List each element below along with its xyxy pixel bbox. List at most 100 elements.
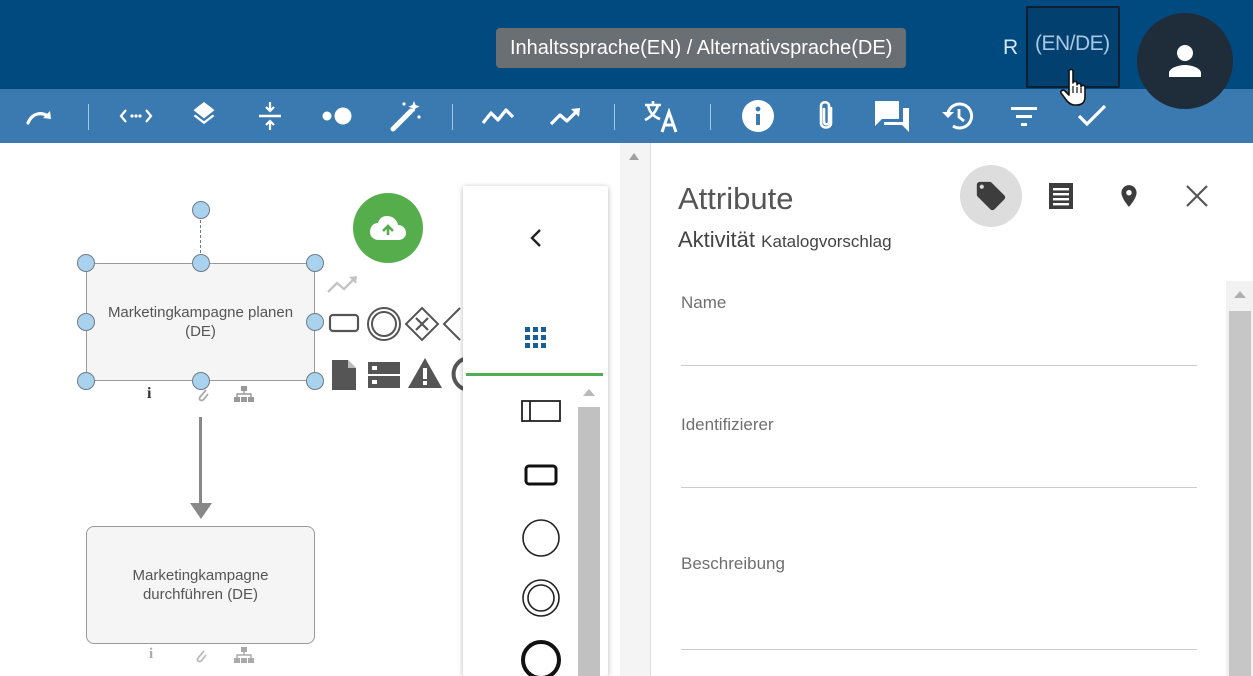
attachment-icon [819, 100, 833, 129]
trend-button[interactable] [476, 89, 520, 143]
details-tab[interactable] [1030, 165, 1092, 227]
shape-palette [463, 186, 608, 676]
object-type-label: Aktivität [678, 227, 756, 252]
toggle-button[interactable] [314, 89, 358, 143]
canvas-scrollbar[interactable] [620, 143, 650, 676]
user-icon [1169, 45, 1201, 77]
resize-handle[interactable] [306, 372, 324, 390]
attributes-tab[interactable] [960, 165, 1022, 227]
append-task-icon[interactable] [328, 311, 362, 335]
history-icon [942, 102, 974, 130]
identifier-field: Identifizierer [681, 415, 1197, 489]
panel-title: Attribute [678, 181, 794, 216]
resize-handle[interactable] [192, 254, 210, 272]
translate-icon [644, 101, 678, 133]
hierarchy-icon[interactable] [233, 386, 255, 402]
description-field: Beschreibung [681, 554, 1197, 652]
scroll-thumb[interactable] [578, 407, 600, 676]
resize-handle[interactable] [77, 313, 95, 331]
trend-icon [481, 108, 515, 124]
scroll-up-arrow[interactable] [629, 153, 639, 160]
palette-tab-shapes[interactable] [463, 304, 608, 372]
scroll-up-arrow[interactable] [583, 389, 595, 396]
align-button[interactable] [248, 89, 292, 143]
identifier-input[interactable] [681, 448, 1197, 488]
app-window: Inhaltssprache(EN) / Alternativsprache(D… [0, 0, 1253, 676]
palette-scrollbar[interactable] [576, 385, 603, 676]
task-marketingkampagne-durchfuehren[interactable]: Marketingkampagne durchführen (DE) [86, 526, 315, 644]
collapse-palette-button[interactable] [463, 206, 608, 270]
field-label: Identifizierer [681, 415, 774, 434]
active-tab-indicator [466, 373, 603, 376]
code-button[interactable] [114, 89, 158, 143]
hand-pointer-icon [1060, 68, 1086, 106]
append-gateway-icon[interactable] [404, 306, 440, 342]
attributes-panel: Attribute Aktivität Katalogvorschlag Nam… [650, 143, 1253, 676]
close-panel-button[interactable] [1166, 165, 1228, 227]
field-label: Beschreibung [681, 554, 785, 573]
name-field: Name [681, 293, 1197, 367]
resize-handle[interactable] [306, 254, 324, 272]
info-icon[interactable]: i [147, 385, 151, 403]
sequence-flow-arrowhead [190, 503, 212, 519]
document-icon [1049, 183, 1073, 209]
append-document-icon[interactable] [330, 358, 358, 392]
pool-shape[interactable] [513, 383, 569, 439]
code-icon [119, 109, 153, 123]
sequence-flow-line[interactable] [199, 417, 202, 507]
info-button[interactable] [738, 89, 778, 143]
field-label: Name [681, 293, 727, 312]
translate-button[interactable] [638, 89, 686, 143]
top-header: Inhaltssprache(EN) / Alternativsprache(D… [0, 0, 1253, 109]
comments-icon [875, 101, 909, 132]
magic-wand-icon [390, 101, 421, 132]
layers-icon [193, 102, 215, 125]
grid-icon [524, 327, 546, 348]
task-marketingkampagne-planen[interactable]: Marketingkampagne planen (DE) [86, 263, 315, 381]
scroll-thumb[interactable] [1229, 311, 1251, 676]
filter-button[interactable] [1002, 89, 1046, 143]
panel-scrollbar[interactable] [1226, 281, 1253, 676]
intermediate-event-shape[interactable] [513, 570, 569, 626]
start-event-shape[interactable] [513, 510, 569, 566]
language-toggle-label: (EN/DE) [1035, 32, 1110, 55]
append-risk-icon[interactable] [406, 356, 444, 390]
resize-handle[interactable] [306, 313, 324, 331]
trending-up-button[interactable] [544, 89, 588, 143]
append-datastore-icon[interactable] [366, 360, 402, 390]
start-event-icon [522, 519, 560, 557]
user-avatar[interactable] [1137, 13, 1233, 109]
layers-button[interactable] [182, 89, 226, 143]
resize-handle[interactable] [77, 254, 95, 272]
chevron-left-icon [529, 229, 541, 247]
name-input[interactable] [681, 326, 1197, 366]
toolbar-separator [452, 104, 453, 130]
panel-subtitle: Aktivität Katalogvorschlag [678, 227, 892, 253]
attachment-icon[interactable] [194, 648, 208, 664]
comments-button[interactable] [870, 89, 914, 143]
description-input[interactable] [681, 610, 1197, 650]
location-icon [1121, 185, 1137, 207]
magic-wand-button[interactable] [384, 89, 428, 143]
toolbar-separator [88, 104, 89, 130]
attachment-button[interactable] [806, 89, 846, 143]
redo-button[interactable] [18, 89, 62, 143]
attachment-icon[interactable] [196, 387, 210, 403]
task-shape[interactable] [513, 447, 569, 503]
rotate-handle[interactable] [192, 201, 210, 219]
connect-icon[interactable] [326, 273, 360, 295]
pool-icon [521, 400, 561, 422]
task-icon [524, 464, 558, 486]
hierarchy-icon[interactable] [233, 647, 255, 663]
upload-button[interactable] [353, 193, 423, 263]
end-event-icon [521, 640, 561, 676]
toggle-icon [322, 107, 352, 125]
resize-handle[interactable] [77, 372, 95, 390]
end-event-shape[interactable] [513, 632, 569, 676]
append-intermediate-event-icon[interactable] [366, 306, 402, 342]
location-tab[interactable] [1098, 165, 1160, 227]
info-icon[interactable]: i [149, 646, 153, 663]
append-event-gateway-icon[interactable] [442, 306, 462, 342]
history-button[interactable] [936, 89, 980, 143]
scroll-up-arrow[interactable] [1234, 291, 1246, 298]
